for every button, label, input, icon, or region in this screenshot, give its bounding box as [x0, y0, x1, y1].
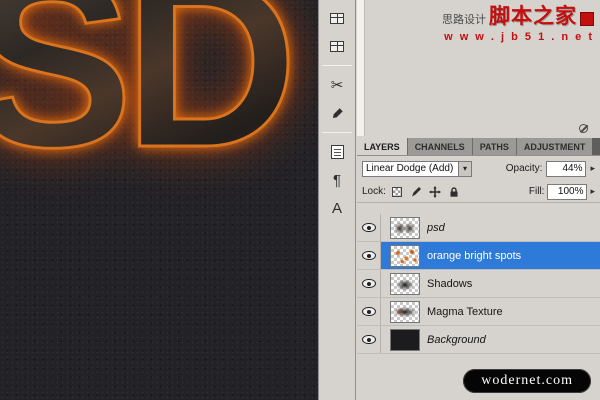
lock-label: Lock:: [362, 186, 386, 197]
circle-slash-icon[interactable]: [579, 124, 588, 133]
layer-name: Magma Texture: [427, 306, 503, 318]
watermark-brand: 脚本之家: [489, 5, 577, 29]
brush-icon: [410, 186, 422, 198]
tab-paths[interactable]: PATHS: [473, 138, 517, 155]
visibility-toggle[interactable]: [357, 242, 381, 269]
scissors-icon: ✂: [331, 78, 344, 93]
eye-icon: [362, 279, 376, 288]
opacity-value: 44%: [562, 163, 582, 174]
lock-transparency-button[interactable]: [389, 184, 405, 199]
blend-opacity-row: Linear Dodge (Add) ▾ Opacity: 44% ▸: [357, 157, 600, 180]
layer-row-orange-bright-spots[interactable]: orange bright spots: [357, 242, 600, 270]
layer-thumbnail[interactable]: [390, 245, 420, 267]
character-icon: A: [332, 201, 342, 216]
notes-icon: [331, 145, 344, 159]
layer-row-psd[interactable]: psd: [357, 214, 600, 242]
site-watermark: 思路设计 脚本之家 w w w . j b 5 1 . n e t: [442, 5, 594, 44]
layer-thumbnail[interactable]: [390, 329, 420, 351]
lock-icon: [448, 186, 460, 198]
eye-icon: [362, 223, 376, 232]
notes-panel-button[interactable]: [324, 140, 350, 164]
tab-layers[interactable]: LAYERS: [357, 138, 408, 155]
fill-slider-arrow-icon[interactable]: ▸: [590, 187, 595, 196]
layer-name: psd: [427, 222, 445, 234]
blend-mode-value: Linear Dodge (Add): [363, 163, 458, 174]
thumbnail-preview: [391, 218, 419, 238]
thumbnail-preview: [391, 302, 419, 322]
panel-gutter: [357, 0, 365, 136]
layer-name: Shadows: [427, 278, 472, 290]
layer-name: Background: [427, 334, 486, 346]
eye-icon: [362, 335, 376, 344]
paragraph-icon: ¶: [333, 173, 341, 188]
collapsed-panel-button-1[interactable]: [324, 6, 350, 30]
layer-row-shadows[interactable]: Shadows: [357, 270, 600, 298]
bottom-watermark: wodernet.com: [463, 369, 591, 393]
panel-grid-icon: [330, 41, 344, 52]
photoshop-window: SD ✂ ¶ A: [0, 0, 600, 400]
eye-icon: [362, 251, 376, 260]
lock-paint-button[interactable]: [408, 184, 424, 199]
eyedropper-icon: [331, 107, 344, 120]
panel-grid-icon: [330, 13, 344, 24]
panel-dock: ✂ ¶ A: [318, 0, 356, 400]
visibility-toggle[interactable]: [357, 270, 381, 297]
eye-icon: [362, 307, 376, 316]
right-panel: 思路设计 脚本之家 w w w . j b 5 1 . n e t LAYERS…: [357, 0, 600, 400]
scissors-panel-button[interactable]: ✂: [324, 73, 350, 97]
layer-row-magma-texture[interactable]: Magma Texture: [357, 298, 600, 326]
layer-row-background[interactable]: Background: [357, 326, 600, 354]
lock-position-button[interactable]: [427, 184, 443, 199]
thumbnail-preview: [391, 246, 419, 266]
tab-adjustments[interactable]: ADJUSTMENT: [517, 138, 593, 155]
watermark-url: w w w . j b 5 1 . n e t: [442, 31, 594, 44]
transparency-icon: [392, 187, 402, 197]
visibility-toggle[interactable]: [357, 326, 381, 353]
brand-badge-icon: [580, 12, 594, 26]
lava-text-artwork: SD: [0, 0, 288, 184]
character-panel-button[interactable]: A: [324, 196, 350, 220]
watermark-prefix: 思路设计: [442, 14, 486, 30]
blend-mode-select[interactable]: Linear Dodge (Add) ▾: [362, 161, 472, 177]
layer-thumbnail[interactable]: [390, 217, 420, 239]
chevron-down-icon: ▾: [458, 162, 471, 176]
dock-separator: [322, 132, 352, 133]
opacity-slider-arrow-icon[interactable]: ▸: [590, 164, 595, 173]
lock-fill-row: Lock: Fill:: [357, 181, 600, 203]
opacity-input[interactable]: 44%: [546, 161, 586, 177]
tab-channels[interactable]: CHANNELS: [408, 138, 473, 155]
fill-label: Fill:: [529, 186, 545, 197]
panel-tab-bar: LAYERS CHANNELS PATHS ADJUSTMENT: [357, 138, 600, 156]
layer-thumbnail[interactable]: [390, 301, 420, 323]
document-canvas[interactable]: SD: [0, 0, 318, 400]
visibility-toggle[interactable]: [357, 214, 381, 241]
layer-thumbnail[interactable]: [390, 273, 420, 295]
move-icon: [429, 186, 441, 198]
opacity-label: Opacity:: [506, 163, 543, 174]
visibility-toggle[interactable]: [357, 298, 381, 325]
paragraph-panel-button[interactable]: ¶: [324, 168, 350, 192]
lock-all-button[interactable]: [446, 184, 462, 199]
thumbnail-preview: [391, 274, 419, 294]
fill-value: 100%: [558, 186, 584, 197]
fill-input[interactable]: 100%: [547, 184, 587, 200]
layer-name: orange bright spots: [427, 250, 521, 262]
collapsed-panel-button-2[interactable]: [324, 34, 350, 58]
dock-separator: [322, 65, 352, 66]
eyedropper-panel-button[interactable]: [324, 101, 350, 125]
